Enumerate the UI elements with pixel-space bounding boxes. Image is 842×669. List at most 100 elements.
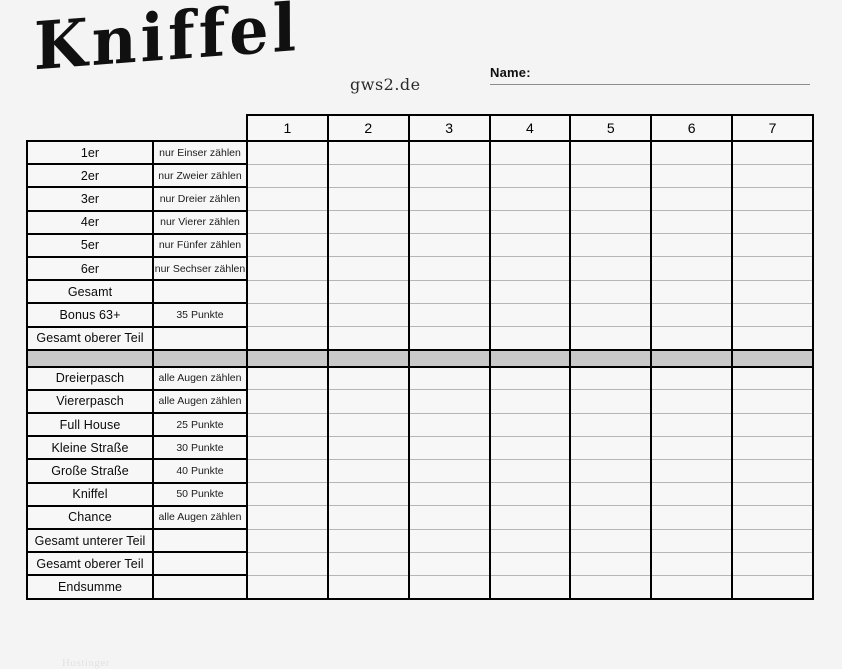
score-cell-4er-p1[interactable]	[246, 210, 328, 235]
score-cell-gesamt-oberer-teil-p3[interactable]	[407, 325, 490, 351]
score-cell-kniffel-p1[interactable]	[246, 482, 328, 507]
score-cell-viererpasch-p4[interactable]	[488, 389, 571, 414]
score-cell-grosse-strasse-p2[interactable]	[326, 458, 409, 484]
score-cell-full-house-p4[interactable]	[488, 412, 571, 437]
score-cell-chance-p6[interactable]	[650, 505, 733, 530]
score-cell-endsumme-p1[interactable]	[246, 574, 328, 600]
score-cell-5er-p3[interactable]	[407, 233, 490, 258]
score-cell-5er-p5[interactable]	[569, 233, 652, 258]
score-cell-kniffel-p7[interactable]	[731, 482, 814, 507]
score-cell-1er-p5[interactable]	[569, 139, 652, 165]
score-cell-gesamt-oberer-teil-p7[interactable]	[731, 325, 814, 351]
score-cell-5er-p1[interactable]	[246, 233, 328, 258]
score-cell-full-house-p2[interactable]	[326, 412, 409, 437]
score-cell-kniffel-p4[interactable]	[488, 482, 571, 507]
score-cell-full-house-p5[interactable]	[569, 412, 652, 437]
score-cell-gesamt-oberer-teil-p5[interactable]	[569, 325, 652, 351]
score-cell-2er-p6[interactable]	[650, 163, 733, 188]
score-cell-kleine-strasse-p4[interactable]	[488, 435, 571, 460]
score-cell-kleine-strasse-p5[interactable]	[569, 435, 652, 460]
score-cell-dreierpasch-p2[interactable]	[326, 366, 409, 391]
score-cell-viererpasch-p6[interactable]	[650, 389, 733, 414]
score-cell-chance-p5[interactable]	[569, 505, 652, 530]
score-cell-2er-p3[interactable]	[407, 163, 490, 188]
score-cell-1er-p6[interactable]	[650, 139, 733, 165]
score-cell-3er-p6[interactable]	[650, 186, 733, 212]
score-cell-5er-p6[interactable]	[650, 233, 733, 258]
score-cell-grosse-strasse-p3[interactable]	[407, 458, 490, 484]
score-cell-gesamt-unterer-teil-p5[interactable]	[569, 528, 652, 553]
score-cell-grosse-strasse-p1[interactable]	[246, 458, 328, 484]
score-cell-2er-p2[interactable]	[326, 163, 409, 188]
score-cell-6er-p1[interactable]	[246, 256, 328, 281]
score-cell-dreierpasch-p6[interactable]	[650, 366, 733, 391]
score-cell-gesamt-p6[interactable]	[650, 279, 733, 304]
score-cell-full-house-p3[interactable]	[407, 412, 490, 437]
score-cell-gesamt-unterer-teil-p1[interactable]	[246, 528, 328, 553]
score-cell-dreierpasch-p3[interactable]	[407, 366, 490, 391]
score-cell-gesamt-p3[interactable]	[407, 279, 490, 304]
score-cell-kleine-strasse-p2[interactable]	[326, 435, 409, 460]
score-cell-grosse-strasse-p7[interactable]	[731, 458, 814, 484]
score-cell-1er-p4[interactable]	[488, 139, 571, 165]
score-cell-grosse-strasse-p5[interactable]	[569, 458, 652, 484]
score-cell-bonus-63plus-p1[interactable]	[246, 302, 328, 328]
score-cell-dreierpasch-p4[interactable]	[488, 366, 571, 391]
score-cell-3er-p1[interactable]	[246, 186, 328, 212]
score-cell-kleine-strasse-p6[interactable]	[650, 435, 733, 460]
score-cell-gesamt-p7[interactable]	[731, 279, 814, 304]
score-cell-gesamt-p2[interactable]	[326, 279, 409, 304]
score-cell-6er-p4[interactable]	[488, 256, 571, 281]
score-cell-dreierpasch-p7[interactable]	[731, 366, 814, 391]
score-cell-chance-p3[interactable]	[407, 505, 490, 530]
score-cell-viererpasch-p1[interactable]	[246, 389, 328, 414]
score-cell-bonus-63plus-p3[interactable]	[407, 302, 490, 328]
score-cell-viererpasch-p7[interactable]	[731, 389, 814, 414]
score-cell-1er-p2[interactable]	[326, 139, 409, 165]
score-cell-gesamt-p1[interactable]	[246, 279, 328, 304]
score-cell-4er-p6[interactable]	[650, 210, 733, 235]
score-cell-2er-p4[interactable]	[488, 163, 571, 188]
score-cell-endsumme-p5[interactable]	[569, 574, 652, 600]
score-cell-endsumme-p4[interactable]	[488, 574, 571, 600]
score-cell-3er-p4[interactable]	[488, 186, 571, 212]
score-cell-bonus-63plus-p4[interactable]	[488, 302, 571, 328]
score-cell-4er-p7[interactable]	[731, 210, 814, 235]
score-cell-dreierpasch-p5[interactable]	[569, 366, 652, 391]
score-cell-3er-p2[interactable]	[326, 186, 409, 212]
score-cell-kniffel-p3[interactable]	[407, 482, 490, 507]
score-cell-gesamt-oberer-teil-p6[interactable]	[650, 325, 733, 351]
score-cell-3er-p3[interactable]	[407, 186, 490, 212]
score-cell-4er-p4[interactable]	[488, 210, 571, 235]
score-cell-6er-p5[interactable]	[569, 256, 652, 281]
score-cell-bonus-63plus-p5[interactable]	[569, 302, 652, 328]
score-cell-gesamt-unterer-teil-p6[interactable]	[650, 528, 733, 553]
score-cell-chance-p7[interactable]	[731, 505, 814, 530]
score-cell-4er-p2[interactable]	[326, 210, 409, 235]
score-cell-gesamt-p5[interactable]	[569, 279, 652, 304]
score-cell-full-house-p7[interactable]	[731, 412, 814, 437]
score-cell-6er-p3[interactable]	[407, 256, 490, 281]
score-cell-endsumme-p6[interactable]	[650, 574, 733, 600]
score-cell-gesamt-oberer-teil-p2[interactable]	[326, 551, 409, 576]
score-cell-gesamt-oberer-teil-p3[interactable]	[407, 551, 490, 576]
score-cell-1er-p7[interactable]	[731, 139, 814, 165]
score-cell-gesamt-p4[interactable]	[488, 279, 571, 304]
score-cell-viererpasch-p3[interactable]	[407, 389, 490, 414]
score-cell-kniffel-p2[interactable]	[326, 482, 409, 507]
score-cell-bonus-63plus-p7[interactable]	[731, 302, 814, 328]
score-cell-4er-p5[interactable]	[569, 210, 652, 235]
score-cell-full-house-p6[interactable]	[650, 412, 733, 437]
score-cell-chance-p4[interactable]	[488, 505, 571, 530]
score-cell-4er-p3[interactable]	[407, 210, 490, 235]
score-cell-kleine-strasse-p1[interactable]	[246, 435, 328, 460]
score-cell-gesamt-unterer-teil-p3[interactable]	[407, 528, 490, 553]
score-cell-3er-p7[interactable]	[731, 186, 814, 212]
score-cell-2er-p5[interactable]	[569, 163, 652, 188]
score-cell-3er-p5[interactable]	[569, 186, 652, 212]
score-cell-kniffel-p6[interactable]	[650, 482, 733, 507]
score-cell-chance-p1[interactable]	[246, 505, 328, 530]
score-cell-endsumme-p7[interactable]	[731, 574, 814, 600]
score-cell-5er-p2[interactable]	[326, 233, 409, 258]
score-cell-gesamt-oberer-teil-p7[interactable]	[731, 551, 814, 576]
